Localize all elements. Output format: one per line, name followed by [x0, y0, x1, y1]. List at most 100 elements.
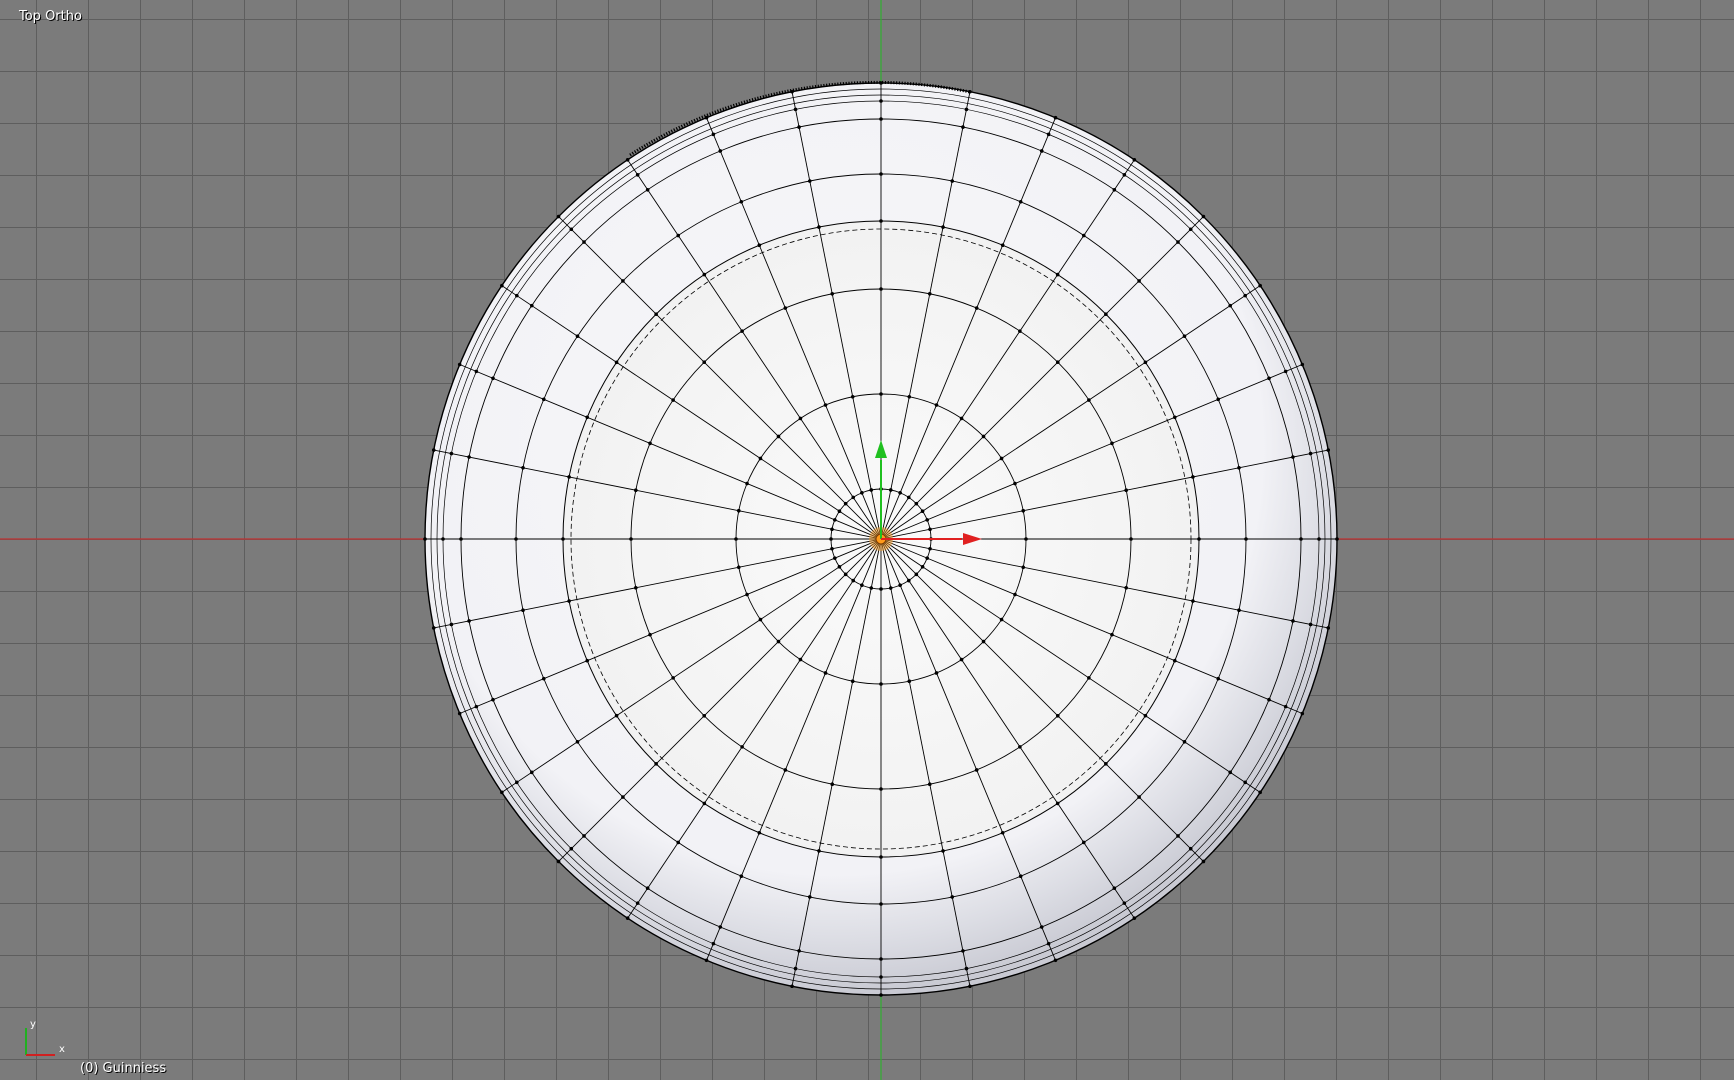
- mesh-vertex: [1182, 739, 1187, 744]
- mesh-vertex: [925, 556, 929, 560]
- mesh-vertex: [431, 626, 436, 630]
- mesh-vertex: [879, 957, 883, 961]
- mesh-vertex: [914, 501, 919, 506]
- mesh-vertex: [879, 392, 883, 396]
- mesh-vertex: [449, 622, 454, 627]
- mesh-vertex: [1000, 830, 1005, 835]
- mesh-vertex: [833, 518, 837, 522]
- mesh-vertex: [879, 902, 883, 906]
- mesh-vertex: [860, 583, 864, 587]
- mesh-vertex: [798, 416, 803, 421]
- mesh-vertex: [635, 173, 640, 177]
- mesh-vertex: [1143, 360, 1148, 365]
- mesh-vertex: [869, 586, 874, 590]
- gizmo-y-label: y: [30, 1019, 36, 1030]
- mesh-vertex: [830, 782, 835, 786]
- mesh-vertex: [1172, 415, 1177, 420]
- mesh-vertex: [1291, 619, 1295, 623]
- mesh-vertex: [1122, 173, 1127, 177]
- mesh-vertex: [1124, 585, 1128, 590]
- mesh-vertex: [1216, 676, 1221, 681]
- mesh-vertex: [981, 434, 986, 439]
- mesh-vertex: [645, 886, 650, 891]
- mesh-vertex: [1191, 475, 1195, 479]
- mesh-vertex: [757, 830, 762, 835]
- mesh-vertex: [837, 564, 842, 569]
- mesh-vertex: [797, 125, 801, 129]
- mesh-vertex: [1326, 626, 1331, 630]
- mesh-vertex: [1021, 565, 1026, 570]
- mesh-vertex: [1267, 697, 1271, 702]
- mesh-vertex: [431, 448, 436, 452]
- mesh-vertex: [1176, 240, 1180, 244]
- 3d-viewport[interactable]: Top Ortho y x (0) Guinniess: [0, 0, 1734, 1080]
- mesh-vertex: [1081, 233, 1086, 238]
- mesh-vertex: [1237, 465, 1241, 470]
- mesh-vertex: [567, 475, 571, 479]
- mesh-vertex: [757, 243, 762, 248]
- mesh-vertex: [823, 403, 828, 407]
- mesh-vertex: [1300, 711, 1305, 716]
- mesh-vertex: [843, 501, 848, 506]
- mesh-vertex: [514, 537, 518, 541]
- mesh-vertex: [1201, 214, 1206, 219]
- mesh-vertex: [621, 795, 625, 799]
- mesh-vertex: [585, 658, 590, 663]
- mesh-vertex: [907, 394, 912, 399]
- viewport-scene[interactable]: [0, 0, 1734, 1080]
- mesh-vertex: [1104, 762, 1108, 766]
- mesh-vertex: [974, 306, 979, 310]
- mesh-vertex: [968, 89, 972, 94]
- mesh-vertex: [798, 657, 803, 662]
- mesh-vertex: [704, 958, 709, 963]
- mesh-vertex: [423, 537, 427, 541]
- mesh-vertex: [1081, 840, 1086, 845]
- mesh-vertex: [1018, 329, 1022, 333]
- mesh-vertex: [541, 397, 546, 402]
- mesh-vertex: [817, 225, 821, 229]
- mesh-vertex: [457, 362, 462, 367]
- mesh-vertex: [740, 329, 744, 333]
- mesh-vertex: [1110, 441, 1114, 446]
- mesh-vertex: [1018, 745, 1022, 749]
- mesh-vertex: [500, 283, 504, 288]
- mesh-vertex: [676, 233, 681, 238]
- mesh-vertex: [807, 179, 812, 183]
- mesh-vertex: [1300, 362, 1305, 367]
- mesh-vertex: [556, 859, 561, 864]
- mesh-vertex: [621, 279, 625, 283]
- mesh-vertex: [1237, 608, 1241, 613]
- mesh-vertex: [529, 303, 534, 308]
- mesh-vertex: [888, 488, 893, 492]
- mesh-vertex: [898, 583, 902, 587]
- mesh-vertex: [1228, 770, 1233, 775]
- mesh-vertex: [654, 762, 658, 766]
- mesh-vertex: [850, 679, 855, 684]
- mesh-vertex: [521, 608, 525, 613]
- mesh-vertex: [718, 925, 723, 929]
- mesh-vertex: [1039, 149, 1044, 153]
- mesh-vertex: [999, 456, 1004, 461]
- mesh-vertex: [851, 578, 856, 583]
- mesh-vertex: [925, 518, 929, 522]
- mesh-vertex: [702, 801, 707, 806]
- mesh-vertex: [927, 292, 932, 296]
- mesh-vertex: [1110, 632, 1114, 637]
- mesh-vertex: [474, 369, 479, 374]
- mesh-vertex: [879, 287, 883, 291]
- mesh-vertex: [1039, 925, 1044, 929]
- mesh-vertex: [790, 89, 794, 94]
- mesh-vertex: [614, 713, 619, 718]
- mesh-vertex: [1299, 537, 1303, 541]
- mesh-vertex: [851, 495, 856, 500]
- mesh-vertex: [635, 901, 640, 905]
- mesh-vertex: [718, 149, 723, 153]
- mesh-vertex: [968, 984, 972, 989]
- mesh-vertex: [491, 376, 495, 381]
- mesh-vertex: [879, 682, 883, 686]
- mesh-vertex: [654, 312, 658, 316]
- mesh-vertex: [898, 491, 902, 495]
- mesh-vertex: [879, 81, 883, 85]
- mesh-vertex: [1137, 279, 1141, 283]
- mesh-vertex: [1024, 537, 1028, 541]
